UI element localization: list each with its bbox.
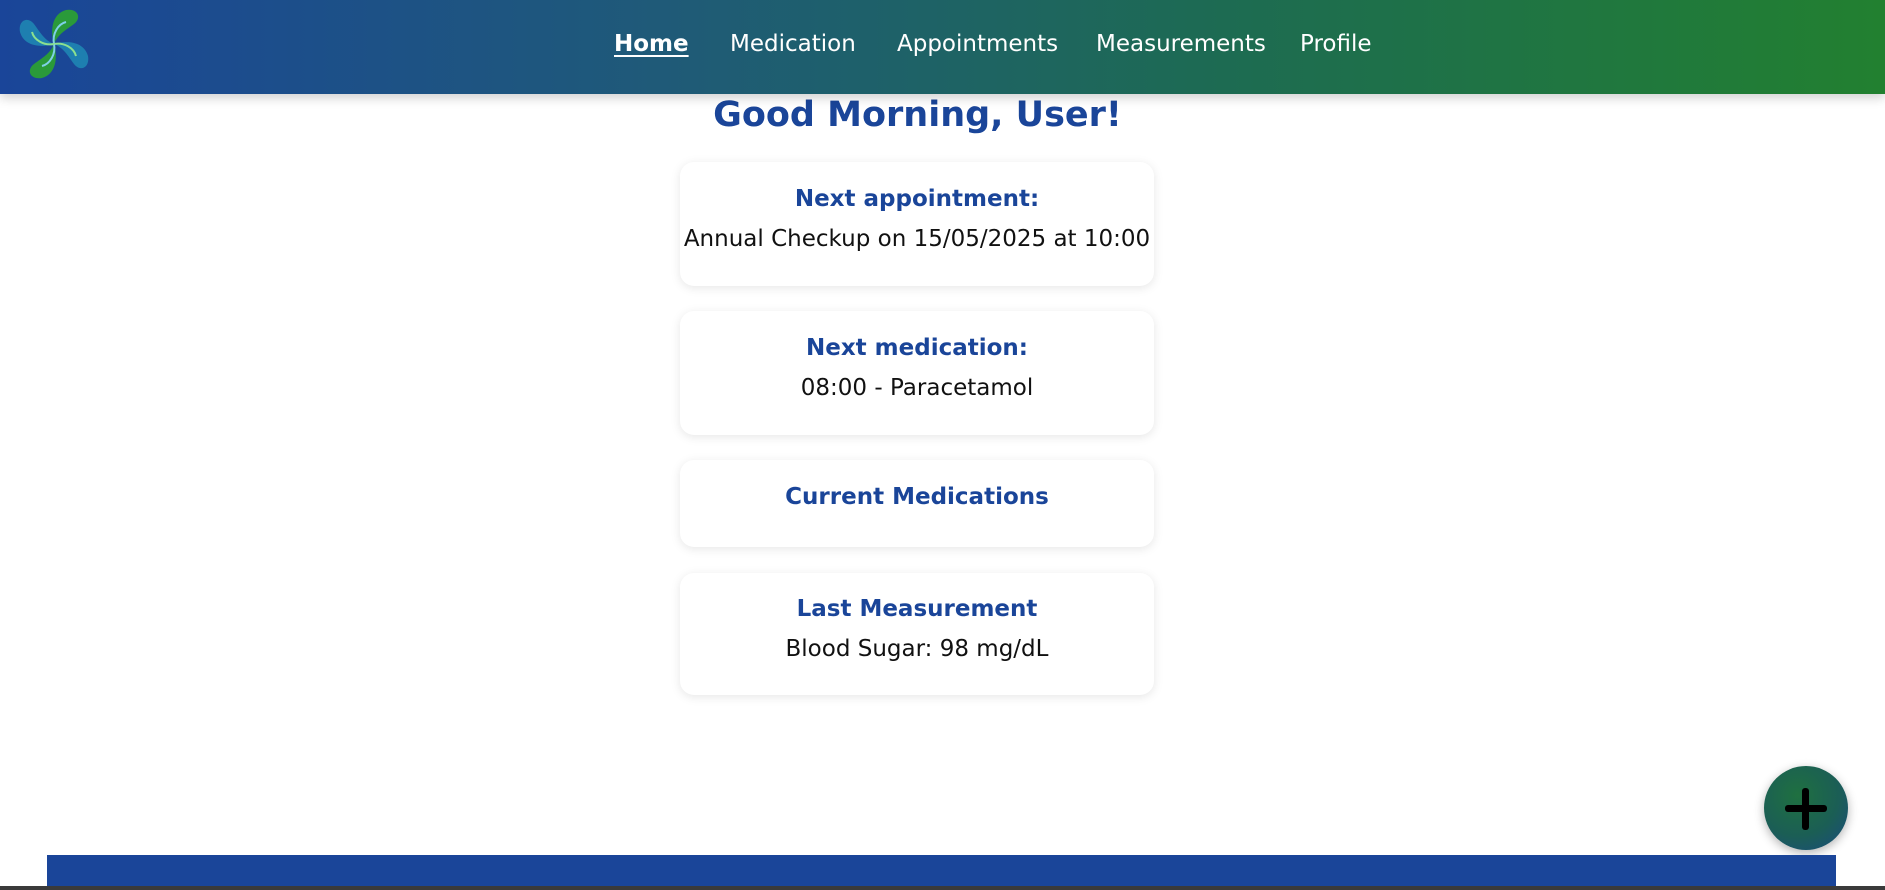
footer-bar [47,855,1836,890]
window-bottom-edge [0,886,1885,890]
nav-link-appointments[interactable]: Appointments [897,31,1058,57]
nav-link-medication[interactable]: Medication [730,31,856,57]
current-medications-card[interactable]: Current Medications [680,460,1154,547]
next-appointment-title: Next appointment: [794,186,1040,212]
last-measurement-value: Blood Sugar: 98 mg/dL [785,636,1049,662]
nav-link-profile[interactable]: Profile [1300,31,1372,57]
current-medications-title: Current Medications [785,484,1049,510]
next-medication-card[interactable]: Next medication: 08:00 - Paracetamol [680,311,1154,435]
next-appointment-card[interactable]: Next appointment: Annual Checkup on 15/0… [680,162,1154,286]
last-measurement-title: Last Measurement [796,596,1038,622]
top-navbar: Home Medication Appointments Measurement… [0,0,1885,94]
next-medication-value: 08:00 - Paracetamol [800,375,1034,401]
next-appointment-value: Annual Checkup on 15/05/2025 at 10:00 [683,226,1151,252]
nav-links: Home Medication Appointments Measurement… [0,0,1885,94]
nav-link-measurements[interactable]: Measurements [1096,31,1266,57]
add-button[interactable] [1764,766,1848,850]
next-medication-title: Next medication: [805,335,1028,361]
last-measurement-card[interactable]: Last Measurement Blood Sugar: 98 mg/dL [680,573,1154,695]
greeting-heading: Good Morning, User! [713,95,1122,135]
nav-link-home[interactable]: Home [614,31,689,57]
